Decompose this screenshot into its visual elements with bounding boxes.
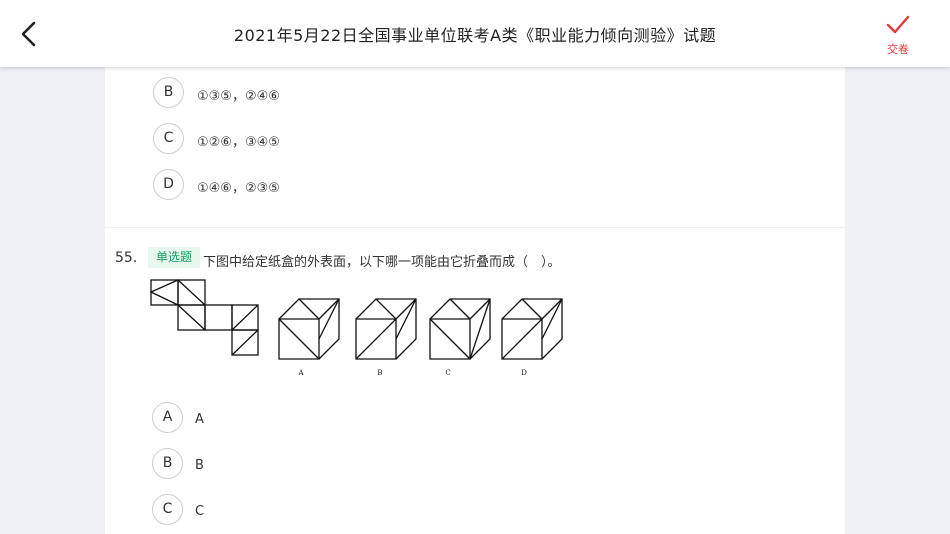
option-letter: B [152, 448, 183, 479]
page-title: 2021年5月22日全国事业单位联考A类《职业能力倾向测验》试题 [233, 26, 717, 45]
question-panel: B ①③⑤，②④⑥ C ①②⑥，③④⑤ D ①④⑥，②③⑤ 55. 单选题 下图… [105, 67, 845, 534]
option-letter: B [153, 77, 184, 108]
option-letter: C [153, 123, 184, 154]
top-bar: 2021年5月22日全国事业单位联考A类《职业能力倾向测验》试题 交卷 [0, 0, 950, 67]
cube-option-b [355, 298, 417, 360]
figure-label-d: D [521, 369, 527, 377]
figure-label-a: A [297, 369, 304, 377]
cube-option-d [501, 298, 563, 360]
box-net [149, 279, 259, 356]
option-letter: C [152, 494, 183, 525]
figure-label-c: C [445, 369, 450, 377]
figure-label-b: B [377, 369, 382, 377]
option-letter: A [152, 402, 183, 433]
cube-option-a [278, 298, 340, 360]
option-text: ①②⑥，③④⑤ [197, 135, 280, 150]
option-letter: D [153, 169, 184, 200]
question-type-badge: 单选题 [148, 247, 201, 268]
cube-option-c [429, 298, 491, 360]
question-stem: 下图中给定纸盒的外表面，以下哪一项能由它折叠而成（ ）。 [203, 255, 561, 270]
checkmark-icon [886, 15, 910, 34]
submit-button[interactable]: 交卷 [878, 14, 918, 58]
option-text: A [195, 412, 204, 427]
option-text: ①④⑥，②③⑤ [197, 181, 280, 196]
option-text: ①③⑤，②④⑥ [197, 89, 280, 104]
question-figure: A B C D [149, 279, 563, 377]
question-number: 55. [115, 250, 138, 266]
question-divider [105, 227, 845, 228]
submit-label: 交卷 [887, 43, 909, 56]
option-text: B [195, 458, 204, 473]
option-text: C [195, 504, 205, 519]
